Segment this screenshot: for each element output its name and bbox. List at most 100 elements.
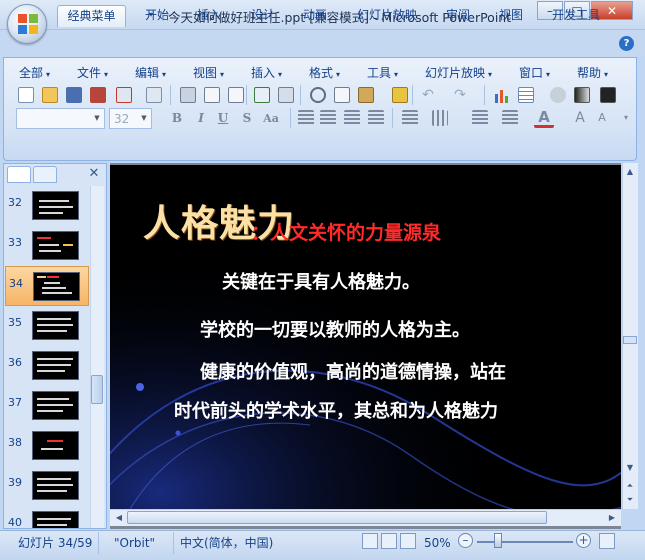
columns-icon[interactable] (430, 108, 450, 128)
numbering-icon[interactable] (470, 108, 490, 128)
thumbnail-scrollbar-thumb[interactable] (91, 375, 103, 404)
save-icon[interactable] (64, 85, 84, 105)
new-document-icon[interactable] (16, 85, 36, 105)
thumbnail-slide-36[interactable]: 36 (5, 346, 89, 386)
justify-icon[interactable] (366, 108, 386, 128)
print-icon[interactable] (178, 85, 198, 105)
tab-slideshow[interactable]: 幻灯片放映 (350, 5, 424, 27)
thumbnail-slide-35[interactable]: 35 (5, 306, 89, 346)
slide-sorter-icon[interactable] (226, 85, 246, 105)
zoom-out-button[interactable]: – (458, 533, 473, 548)
insert-table-icon[interactable] (516, 85, 536, 105)
menu-tools[interactable]: 工具 ▾ (367, 65, 398, 81)
background-color-icon[interactable] (598, 85, 618, 105)
open-folder-icon[interactable] (40, 85, 60, 105)
paste-icon[interactable] (356, 85, 376, 105)
shadow-button[interactable]: S (238, 109, 256, 128)
font-size-dropdown[interactable]: 32 ▼ (109, 108, 152, 129)
redo-icon[interactable]: ↷ (450, 85, 470, 105)
format-painter-icon[interactable] (390, 85, 410, 105)
save-as-icon[interactable] (88, 85, 108, 105)
align-left-icon[interactable] (296, 108, 316, 128)
tab-insert[interactable]: 插入 (190, 5, 228, 27)
slide-body-line[interactable]: 关键在于具有人格魅力。 (222, 268, 420, 294)
tab-slides-thumbnails[interactable] (7, 166, 31, 183)
spelling-icon[interactable] (252, 85, 272, 105)
help-icon[interactable]: ? (619, 36, 634, 51)
zoom-level[interactable]: 50% (424, 535, 451, 551)
previous-slide-icon[interactable]: ⏶ (623, 479, 637, 492)
menu-view[interactable]: 视图 ▾ (193, 65, 224, 81)
line-spacing-icon[interactable] (400, 108, 420, 128)
menu-edit[interactable]: 编辑 ▾ (135, 65, 166, 81)
slideshow-view-icon[interactable] (400, 533, 416, 549)
thumbnail-slide-40[interactable]: 40 (5, 506, 89, 528)
zoom-slider-handle[interactable] (494, 533, 502, 548)
change-case-button[interactable]: Aa (259, 109, 283, 128)
vertical-scrollbar-thumb[interactable] (623, 336, 637, 344)
menu-help[interactable]: 帮助 ▾ (577, 65, 608, 81)
thumbnail-slide-38[interactable]: 38 (5, 426, 89, 466)
tab-outline[interactable] (33, 166, 57, 183)
close-panel-icon[interactable]: ✕ (87, 166, 101, 182)
fit-to-window-icon[interactable] (599, 533, 615, 549)
menu-insert[interactable]: 插入 ▾ (251, 65, 282, 81)
toolbar-options-icon[interactable]: ▾ (616, 108, 636, 128)
copy-icon[interactable] (332, 85, 352, 105)
tab-classic-menu[interactable]: 经典菜单 (57, 5, 126, 27)
slide-body-line[interactable]: 健康的价值观，高尚的道德情操，站在 (200, 358, 506, 384)
tab-view[interactable]: 视图 (491, 5, 531, 27)
insert-clipart-icon[interactable] (548, 85, 568, 105)
menu-slideshow[interactable]: 幻灯片放映 ▾ (425, 65, 492, 81)
menu-format[interactable]: 格式 ▾ (309, 65, 340, 81)
slide-body-line[interactable]: 学校的一切要以教师的人格为主。 (200, 316, 470, 342)
scroll-right-icon[interactable]: ▶ (605, 511, 619, 524)
tab-developer[interactable]: 开发工具 (545, 5, 607, 27)
horizontal-scrollbar-thumb[interactable] (127, 511, 547, 524)
thumbnail-slide-34[interactable]: 34 (5, 266, 89, 306)
thumbnail-slide-33[interactable]: 33 (5, 226, 89, 266)
tab-home[interactable]: 开始 (138, 5, 176, 27)
align-right-icon[interactable] (342, 108, 362, 128)
next-slide-icon[interactable]: ⏷ (623, 493, 637, 506)
underline-button[interactable]: U (214, 109, 232, 128)
italic-button[interactable]: I (192, 109, 210, 128)
research-icon[interactable] (276, 85, 296, 105)
office-button[interactable] (7, 4, 47, 44)
insert-chart-icon[interactable] (492, 85, 512, 105)
bold-button[interactable]: B (168, 109, 186, 128)
scroll-up-icon[interactable]: ▲ (623, 165, 637, 178)
menu-all[interactable]: 全部 ▾ (19, 65, 50, 81)
normal-view-icon[interactable] (362, 533, 378, 549)
cut-icon[interactable] (308, 85, 328, 105)
slide-sorter-view-icon[interactable] (381, 533, 397, 549)
scroll-down-icon[interactable]: ▼ (623, 461, 637, 474)
permission-icon[interactable] (114, 85, 134, 105)
tab-animations[interactable]: 动画 (296, 5, 334, 27)
decrease-font-size-icon[interactable]: A (592, 108, 612, 128)
bullets-icon[interactable] (500, 108, 520, 128)
menu-window[interactable]: 窗口 ▾ (519, 65, 550, 81)
font-name-dropdown[interactable]: ▼ (16, 108, 105, 129)
scroll-left-icon[interactable]: ◀ (112, 511, 126, 524)
thumbnail-slide-37[interactable]: 37 (5, 386, 89, 426)
slide-canvas[interactable]: 人格魅力 ：人文关怀的力量源泉 关键在于具有人格魅力。 学校的一切要以教师的人格… (110, 165, 621, 509)
grayscale-icon[interactable] (572, 85, 592, 105)
undo-icon[interactable]: ↶ (418, 85, 438, 105)
increase-font-size-icon[interactable]: A (570, 108, 590, 128)
zoom-slider[interactable] (477, 541, 573, 543)
menu-file[interactable]: 文件 ▾ (77, 65, 108, 81)
thumbnail-scrollbar[interactable] (90, 186, 104, 528)
language-indicator[interactable]: 中文(简体，中国) (180, 535, 273, 551)
tab-review[interactable]: 审阅 (438, 5, 478, 27)
zoom-in-button[interactable]: + (576, 533, 591, 548)
slide-subtitle[interactable]: ：人文关怀的力量源泉 (251, 218, 441, 245)
font-color-icon[interactable]: A (534, 108, 554, 128)
thumbnail-slide-32[interactable]: 32 (5, 186, 89, 226)
tab-design[interactable]: 设计 (244, 5, 282, 27)
email-icon[interactable] (144, 85, 164, 105)
align-center-icon[interactable] (318, 108, 338, 128)
slide-body-line[interactable]: 时代前头的学术水平，其总和为人格魅力 (174, 397, 498, 423)
print-preview-icon[interactable] (202, 85, 222, 105)
thumbnail-slide-39[interactable]: 39 (5, 466, 89, 506)
